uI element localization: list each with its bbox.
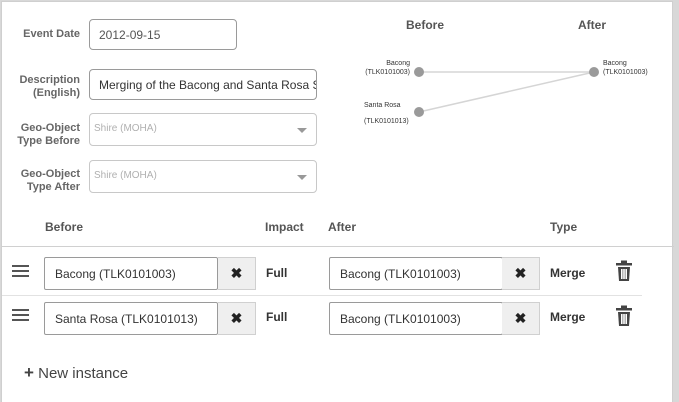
- col-header-impact: Impact: [265, 220, 304, 234]
- col-header-type: Type: [550, 220, 578, 234]
- drag-handle-icon[interactable]: [12, 309, 29, 321]
- after-field[interactable]: Bacong (TLK0101003): [329, 302, 503, 335]
- col-header-after: After: [328, 220, 357, 234]
- graph-before-node-1-label: Bacong (TLK0101003): [365, 60, 410, 76]
- graph-after-node-label: Bacong (TLK0101003): [603, 60, 648, 76]
- trash-icon[interactable]: [615, 305, 633, 327]
- before-value: Bacong (TLK0101003): [55, 267, 176, 281]
- clear-before-button[interactable]: ✖: [218, 257, 256, 290]
- graph-edge: [418, 71, 595, 113]
- graph-node-after-bacong: [589, 67, 599, 77]
- before-value: Santa Rosa (TLK0101013): [55, 312, 198, 326]
- plus-icon: +: [24, 363, 34, 382]
- col-header-before: Before: [45, 220, 84, 234]
- before-field[interactable]: Santa Rosa (TLK0101013): [44, 302, 218, 335]
- new-instance-button[interactable]: + New instance: [24, 363, 128, 383]
- trash-icon[interactable]: [615, 260, 633, 282]
- before-field[interactable]: Bacong (TLK0101003): [44, 257, 218, 290]
- new-instance-label: New instance: [38, 365, 129, 382]
- graph-before-node-2-label: Santa Rosa (TLK0101013): [364, 102, 409, 125]
- transition-event-panel: Event Date 2012-09-15 Description (Engli…: [1, 1, 674, 402]
- table-header-divider: [2, 246, 674, 247]
- type-value: Merge: [550, 310, 586, 324]
- impact-value: Full: [266, 266, 288, 280]
- type-value: Merge: [550, 266, 586, 280]
- impact-value: Full: [266, 310, 288, 324]
- after-value: Bacong (TLK0101003): [340, 267, 461, 281]
- clear-before-button[interactable]: ✖: [218, 302, 256, 335]
- clear-after-button[interactable]: ✖: [502, 257, 540, 290]
- graph-node-before-bacong: [414, 67, 424, 77]
- after-value: Bacong (TLK0101003): [340, 312, 461, 326]
- drag-handle-icon[interactable]: [12, 265, 29, 277]
- after-field[interactable]: Bacong (TLK0101003): [329, 257, 503, 290]
- transition-graph: [414, 67, 599, 117]
- clear-after-button[interactable]: ✖: [502, 302, 540, 335]
- row-divider: [2, 295, 642, 296]
